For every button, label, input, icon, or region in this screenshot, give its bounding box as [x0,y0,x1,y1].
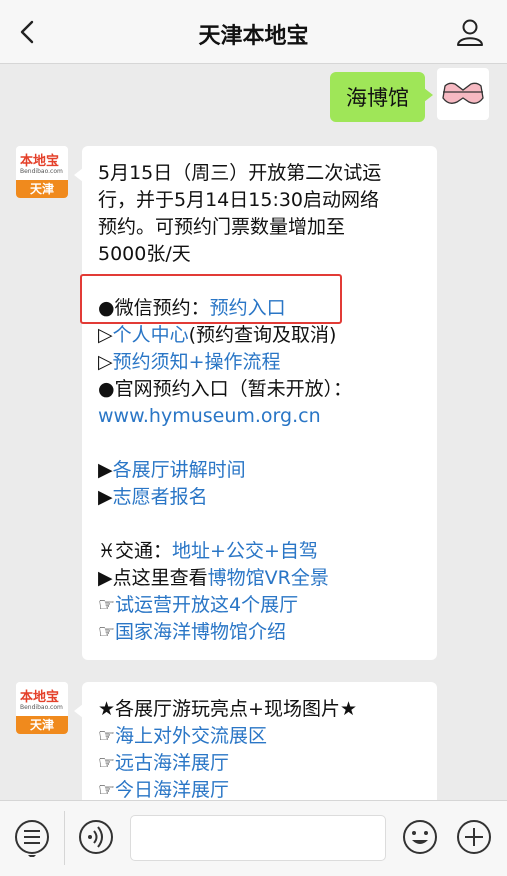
triangle-marker: ▶ [98,459,113,481]
volunteer-line: ▶志愿者报名 [98,484,421,511]
user-message-bubble: 海博馆 [330,72,433,122]
wechat-booking-line: ●微信预约：预约入口 [98,295,421,322]
pointing-hand-icon: ☞ [98,594,116,616]
triangle-marker: ▶ [98,486,113,508]
volunteer-link[interactable]: 志愿者报名 [113,486,208,508]
hall-item: ☞远古海洋展厅 [98,750,421,777]
bra-avatar-icon [442,82,484,104]
vr-line: ▶点这里查看博物馆VR全景 [98,565,421,592]
halls-heading: ★各展厅游玩亮点+现场图片★ [98,698,357,720]
bot-message-bubble: 5月15日（周三）开放第二次试运 行，并于5月14日15:30启动网络 预约。可… [74,146,437,660]
booking-notice-line: ▷预约须知+操作流程 [98,349,421,376]
logo-name: 本地宝 [20,154,60,169]
pointing-hand-icon: ☞ [98,779,116,800]
pointing-hand-icon: ☞ [98,725,116,747]
traffic-link[interactable]: 地址+公交+自驾 [172,540,318,562]
bot-avatar[interactable]: 本地宝 Bendibao.com 天津 [16,682,68,734]
traffic-line: ♓交通：地址+公交+自驾 [98,538,421,565]
logo-site: Bendibao.com [20,168,63,175]
message-line: 5月15日（周三）开放第二次试运 [98,162,382,184]
vr-label: ▶点这里查看 [98,567,208,589]
message-line: 5000张/天 [98,243,191,265]
chat-area[interactable]: 海博馆 本地宝 Bendibao.com 天津 5月15日（周三）开放第二次试运… [0,64,507,800]
traffic-label: ♓交通： [98,540,173,562]
guide-time-link[interactable]: 各展厅讲解时间 [113,459,246,481]
pointing-hand-icon: ☞ [98,752,116,774]
arrow-marker: ▷ [98,324,113,346]
message-line: 行，并于5月14日15:30启动网络 [98,189,380,211]
menu-list-icon[interactable] [12,817,52,857]
trial-halls-line: ☞试运营开放这4个展厅 [98,592,421,619]
emoji-icon[interactable] [400,817,440,857]
input-toolbar [0,800,507,876]
divider [64,811,65,865]
profile-icon[interactable] [455,17,485,47]
personal-center-line: ▷个人中心(预约查询及取消) [98,322,421,349]
vr-link[interactable]: 博物馆VR全景 [208,567,329,589]
hall-link[interactable]: 远古海洋展厅 [115,752,229,774]
official-booking-line: ●官网预约入口（暂未开放）： [98,378,353,400]
guide-time-line: ▶各展厅讲解时间 [98,457,421,484]
user-avatar[interactable] [437,68,489,120]
pointing-hand-icon: ☞ [98,621,116,643]
message-input[interactable] [130,815,386,861]
bot-message-bubble: ★各展厅游玩亮点+现场图片★ ☞海上对外交流展区 ☞远古海洋展厅 ☞今日海洋展厅 [74,682,437,800]
official-site-link[interactable]: www.hymuseum.org.cn [98,403,421,430]
hall-link[interactable]: 今日海洋展厅 [115,779,229,800]
hall-link[interactable]: 海上对外交流展区 [115,725,267,747]
wechat-booking-label: ●微信预约： [98,297,210,319]
page-title: 天津本地宝 [198,24,309,49]
user-message-text: 海博馆 [346,86,409,110]
nav-bar: 天津本地宝 [0,0,507,64]
arrow-marker: ▷ [98,351,113,373]
logo-name: 本地宝 [20,690,60,705]
hall-item: ☞海上对外交流展区 [98,723,421,750]
museum-intro-line: ☞国家海洋博物馆介绍 [98,619,421,646]
voice-icon[interactable] [76,817,116,857]
trial-halls-link[interactable]: 试运营开放这4个展厅 [115,594,298,616]
hall-item: ☞今日海洋展厅 [98,777,421,800]
museum-intro-link[interactable]: 国家海洋博物馆介绍 [115,621,286,643]
logo-city: 天津 [16,180,68,198]
personal-center-link[interactable]: 个人中心 [113,324,189,346]
message-line: 预约。可预约门票数量增加至 [98,216,346,238]
personal-center-note: (预约查询及取消) [188,324,337,346]
plus-icon[interactable] [454,817,494,857]
booking-notice-link[interactable]: 预约须知+操作流程 [113,351,281,373]
booking-entry-link[interactable]: 预约入口 [210,297,286,319]
bot-avatar[interactable]: 本地宝 Bendibao.com 天津 [16,146,68,198]
logo-city: 天津 [16,716,68,734]
logo-site: Bendibao.com [20,704,63,711]
